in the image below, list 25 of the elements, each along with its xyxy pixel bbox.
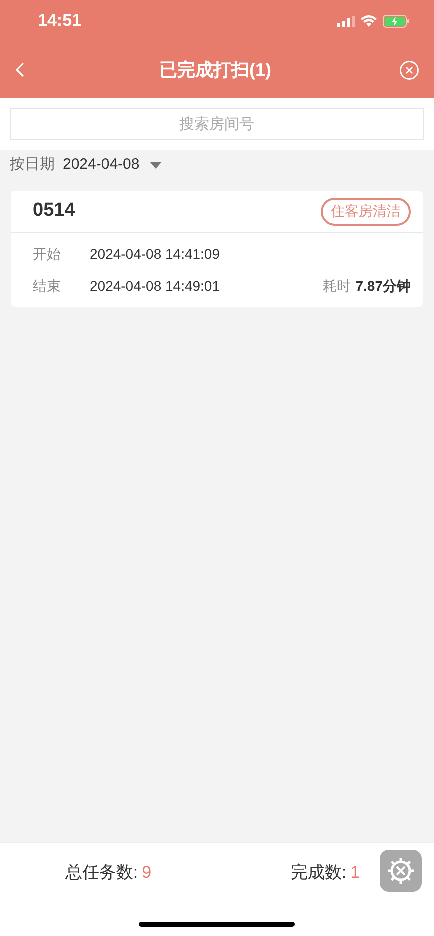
battery-icon: [383, 14, 410, 28]
room-number: 0514: [33, 199, 76, 224]
cleaning-type-tag: 住客房清洁: [321, 198, 411, 226]
wifi-icon: [361, 15, 377, 27]
page-title: 已完成打扫(1): [160, 58, 272, 82]
stat-value: 1: [350, 862, 360, 884]
dropdown-caret-icon: [150, 162, 162, 168]
settings-button[interactable]: [380, 850, 422, 892]
search-field[interactable]: 搜索房间号: [10, 108, 424, 140]
close-icon: [399, 60, 420, 80]
duration-value: 7.87分钟: [356, 276, 411, 296]
duration-label: 耗时: [322, 276, 351, 296]
stat-value: 9: [142, 862, 152, 884]
signal-icon: [337, 16, 355, 26]
start-label: 开始: [33, 244, 62, 264]
record-card[interactable]: 0514 住客房清洁 开始 2024-04-08 14:41:09 结束 2024-04-08 14:49:01 耗时 7.87分钟: [11, 191, 423, 307]
gear-tools-icon: [386, 856, 416, 886]
stat-label: 完成数:: [290, 862, 347, 884]
end-label: 结束: [33, 276, 62, 296]
end-time: 2024-04-08 14:49:01: [90, 276, 220, 296]
start-time: 2024-04-08 14:41:09: [90, 244, 220, 264]
close-button[interactable]: [399, 60, 420, 80]
stat-label: 总任务数:: [65, 862, 138, 884]
status-time: 14:51: [38, 10, 82, 32]
date-filter[interactable]: 按日期 2024-04-08: [0, 150, 172, 180]
